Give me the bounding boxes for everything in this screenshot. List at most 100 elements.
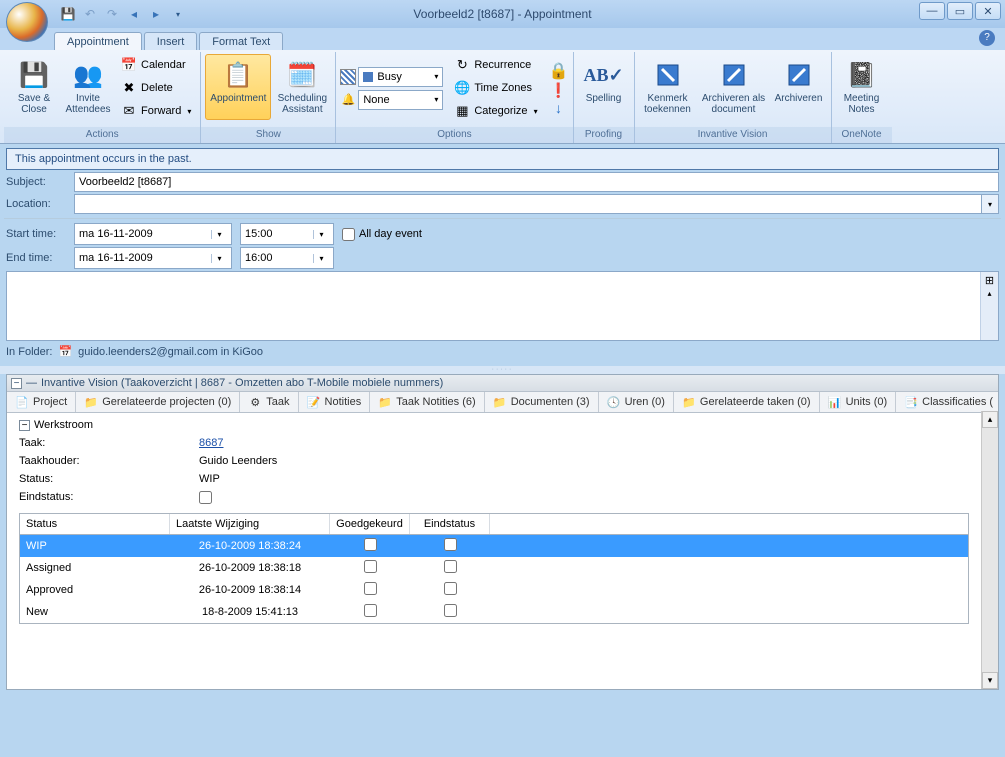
tab-insert[interactable]: Insert xyxy=(144,32,198,50)
tab-format-text[interactable]: Format Text xyxy=(199,32,283,50)
subtab-documenten[interactable]: 📁Documenten (3) xyxy=(485,392,599,412)
qat-dropdown-icon[interactable]: ▾ xyxy=(170,6,186,22)
cell-status: WIP xyxy=(20,537,170,555)
high-importance-icon[interactable]: ❗ xyxy=(550,82,567,99)
calendar-small-icon: 📅 xyxy=(58,345,72,358)
archiveren-doc-button[interactable]: Archiveren als document xyxy=(699,54,769,120)
group-options: Busy▾ 🔔 None▾ ↻Recurrence 🌐Time Zones ▦C… xyxy=(336,52,573,143)
goedgekeurd-checkbox[interactable] xyxy=(364,582,377,595)
goedgekeurd-checkbox[interactable] xyxy=(364,604,377,617)
subtab-taak-notities[interactable]: 📁Taak Notities (6) xyxy=(370,392,484,412)
eindstatus-row-checkbox[interactable] xyxy=(444,560,457,573)
maximize-button[interactable]: ▭ xyxy=(947,2,973,20)
subtab-class[interactable]: 📑Classificaties ( xyxy=(896,392,998,412)
start-date-combo[interactable]: ma 16-11-2009▾ xyxy=(74,223,232,245)
end-date-combo[interactable]: ma 16-11-2009▾ xyxy=(74,247,232,269)
splitter[interactable]: ····· xyxy=(0,366,1005,374)
table-row[interactable]: Assigned26-10-2009 18:38:18 xyxy=(20,557,968,579)
goedgekeurd-checkbox[interactable] xyxy=(364,538,377,551)
invite-attendees-button[interactable]: 👥 Invite Attendees xyxy=(62,54,114,122)
taakhouder-label: Taakhouder: xyxy=(19,455,199,467)
people-icon: 👥 xyxy=(72,59,104,91)
end-time-combo[interactable]: 16:00▾ xyxy=(240,247,334,269)
col-laatste[interactable]: Laatste Wijziging xyxy=(170,514,330,534)
location-dropdown-icon[interactable]: ▾ xyxy=(981,194,999,214)
archiveren-button[interactable]: Archiveren xyxy=(771,54,827,120)
panel-collapse-button[interactable]: − xyxy=(11,378,22,389)
recurrence-button[interactable]: ↻Recurrence xyxy=(449,54,542,76)
col-status[interactable]: Status xyxy=(20,514,170,534)
save-icon: 💾 xyxy=(18,59,50,91)
subtab-gerel-taken[interactable]: 📁Gerelateerde taken (0) xyxy=(674,392,820,412)
reminder-icon[interactable]: 🔔 xyxy=(340,92,356,108)
next-icon[interactable]: ▸ xyxy=(148,6,164,22)
spelling-button[interactable]: AB✓ Spelling xyxy=(578,54,630,109)
low-importance-icon[interactable]: ↓ xyxy=(555,100,562,116)
delete-button[interactable]: ✖Delete xyxy=(116,77,196,99)
cell-status: Approved xyxy=(20,581,170,599)
spellcheck-icon: AB✓ xyxy=(588,59,620,91)
tab-appointment[interactable]: Appointment xyxy=(54,32,142,50)
eindstatus-checkbox[interactable] xyxy=(199,491,212,504)
scroll-up-icon[interactable]: ▴ xyxy=(982,411,998,428)
help-button[interactable]: ? xyxy=(979,30,995,46)
col-goedgekeurd[interactable]: Goedgekeurd xyxy=(330,514,410,534)
save-close-button[interactable]: 💾 Save & Close xyxy=(8,54,60,122)
col-eindstatus[interactable]: Eindstatus xyxy=(410,514,490,534)
meeting-notes-button[interactable]: 📓 Meeting Notes xyxy=(836,54,888,120)
eindstatus-row-checkbox[interactable] xyxy=(444,538,457,551)
section-collapse-button[interactable]: − xyxy=(19,420,30,431)
kenmerk-button[interactable]: Kenmerk toekennen xyxy=(639,54,697,120)
forward-button[interactable]: ✉Forward▾ xyxy=(116,100,196,122)
save-icon[interactable]: 💾 xyxy=(60,6,76,22)
taak-link[interactable]: 8687 xyxy=(199,437,223,449)
show-as-swatch-button[interactable] xyxy=(340,69,356,85)
group-show: 📋 Appointment 🗓️ Scheduling Assistant Sh… xyxy=(201,52,336,143)
timezones-button[interactable]: 🌐Time Zones xyxy=(449,77,542,99)
scroll-up-icon[interactable]: ▴ xyxy=(987,289,991,298)
prev-icon[interactable]: ◂ xyxy=(126,6,142,22)
group-proofing: AB✓ Spelling Proofing xyxy=(574,52,635,143)
office-button[interactable] xyxy=(6,2,48,42)
subtab-taak[interactable]: ⚙Taak xyxy=(240,392,298,412)
body-textarea[interactable]: ⊞ ▴ xyxy=(6,271,999,341)
categorize-button[interactable]: ▦Categorize▾ xyxy=(449,100,542,122)
subtab-units[interactable]: 📊Units (0) xyxy=(820,392,897,412)
goedgekeurd-checkbox[interactable] xyxy=(364,560,377,573)
ribbon-tabs: Appointment Insert Format Text ? xyxy=(0,28,1005,50)
reminder-select[interactable]: None▾ xyxy=(358,90,443,110)
allday-checkbox[interactable] xyxy=(342,228,355,241)
table-row[interactable]: WIP26-10-2009 18:38:24 xyxy=(20,535,968,557)
subtab-uren[interactable]: 🕓Uren (0) xyxy=(599,392,674,412)
undo-icon[interactable]: ↶ xyxy=(82,6,98,22)
note-icon: 📝 xyxy=(307,395,321,409)
location-input[interactable] xyxy=(74,194,981,214)
eindstatus-row-checkbox[interactable] xyxy=(444,604,457,617)
archive-icon xyxy=(783,59,815,91)
private-icon[interactable]: 🔒 xyxy=(549,61,569,81)
table-row[interactable]: Approved26-10-2009 18:38:14 xyxy=(20,579,968,601)
start-time-combo[interactable]: 15:00▾ xyxy=(240,223,334,245)
scroll-down-icon[interactable]: ▾ xyxy=(982,672,998,689)
eindstatus-row-checkbox[interactable] xyxy=(444,582,457,595)
scheduling-button[interactable]: 🗓️ Scheduling Assistant xyxy=(273,54,331,120)
redo-icon[interactable]: ↷ xyxy=(104,6,120,22)
body-expand-icon[interactable]: ⊞ xyxy=(985,274,994,287)
folder-icon: 📁 xyxy=(682,395,696,409)
close-button[interactable]: ✕ xyxy=(975,2,1001,20)
subject-input[interactable] xyxy=(74,172,999,192)
subtab-project[interactable]: 📄Project xyxy=(7,392,76,412)
folder-icon: 📁 xyxy=(493,395,507,409)
appointment-button[interactable]: 📋 Appointment xyxy=(205,54,271,120)
chart-icon: 📊 xyxy=(828,395,842,409)
subtab-notities[interactable]: 📝Notities xyxy=(299,392,371,412)
endtime-label: End time: xyxy=(6,252,66,264)
calendar-button[interactable]: 📅Calendar xyxy=(116,54,196,76)
subtab-gerel-proj[interactable]: 📁Gerelateerde projecten (0) xyxy=(76,392,240,412)
table-row[interactable]: New18-8-2009 15:41:13 xyxy=(20,601,968,623)
tag-icon xyxy=(652,59,684,91)
minimize-button[interactable]: — xyxy=(919,2,945,20)
show-as-select[interactable]: Busy▾ xyxy=(358,67,443,87)
list-icon: 📑 xyxy=(904,395,918,409)
location-label: Location: xyxy=(6,198,66,210)
